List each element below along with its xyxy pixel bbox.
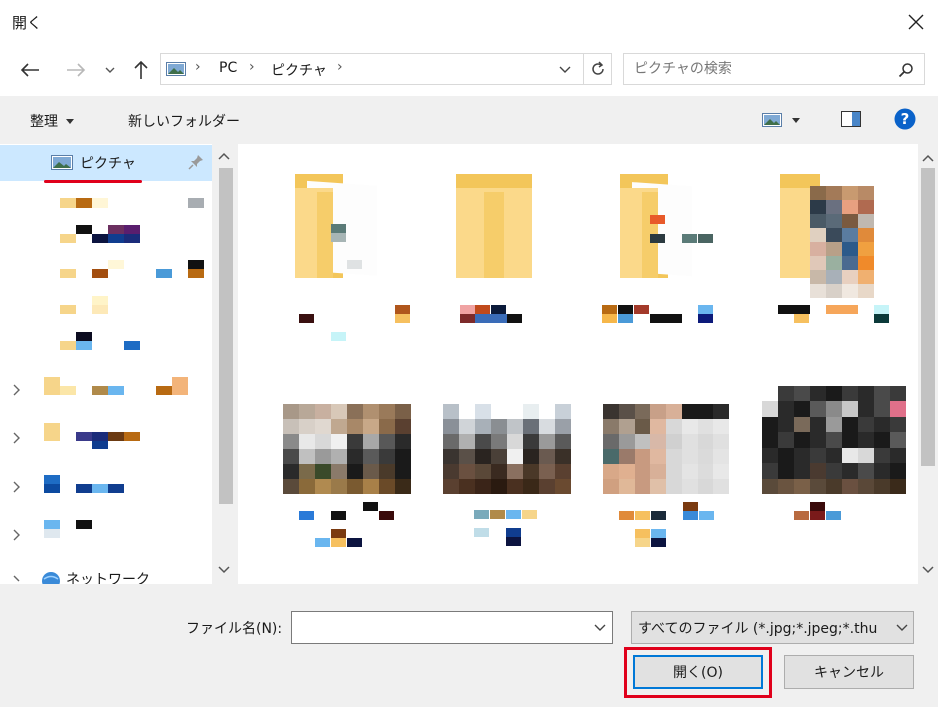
- chevron-right-icon[interactable]: [12, 432, 21, 444]
- cancel-button-label: キャンセル: [814, 665, 884, 681]
- help-button[interactable]: ?: [894, 108, 916, 130]
- folder-item[interactable]: [602, 172, 722, 332]
- recent-locations-button[interactable]: [100, 62, 120, 78]
- breadcrumb-separator-icon: ›: [195, 59, 201, 75]
- search-box[interactable]: [623, 53, 925, 85]
- network-icon: [42, 572, 60, 584]
- chevron-right-icon[interactable]: [12, 529, 21, 541]
- folder-item[interactable]: [295, 172, 415, 342]
- chevron-down-icon: [896, 624, 908, 631]
- selection-underline: [44, 180, 142, 183]
- pixelated-nav-entry[interactable]: [60, 225, 200, 245]
- caret-down-icon: [66, 118, 74, 124]
- open-button[interactable]: 開く(O): [633, 655, 763, 689]
- pixelated-nav-entry[interactable]: [60, 260, 210, 280]
- breadcrumb-pc[interactable]: PC: [219, 60, 237, 76]
- preview-pane-icon: [841, 111, 861, 127]
- folder-icon: [456, 174, 532, 278]
- scroll-down-arrow-icon[interactable]: [922, 566, 934, 574]
- cancel-button[interactable]: キャンセル: [784, 655, 914, 689]
- pin-icon[interactable]: [188, 154, 204, 170]
- back-button[interactable]: [16, 58, 44, 82]
- organize-button[interactable]: 整理: [30, 110, 74, 132]
- chevron-right-icon[interactable]: [12, 575, 21, 584]
- refresh-button[interactable]: [584, 53, 612, 85]
- image-thumbnail[interactable]: [443, 404, 571, 494]
- address-bar[interactable]: › PC › ピクチャ ›: [160, 53, 584, 85]
- chevron-right-icon[interactable]: [12, 481, 21, 493]
- breadcrumb-separator-icon: ›: [249, 59, 255, 75]
- folder-icon: [620, 174, 692, 278]
- nav-item-network-label: ネットワーク: [66, 572, 150, 584]
- caret-down-icon: [792, 117, 800, 123]
- pixelated-nav-entry[interactable]: [60, 198, 204, 210]
- view-icon: [762, 113, 782, 127]
- folder-item[interactable]: [456, 172, 566, 332]
- chevron-down-icon[interactable]: [594, 624, 606, 632]
- filename-input[interactable]: [296, 612, 580, 642]
- nav-item-network[interactable]: ネットワーク: [66, 570, 150, 584]
- pictures-folder-icon: [51, 155, 73, 170]
- image-thumbnail[interactable]: [603, 404, 745, 494]
- filename-label: ファイル名(N):: [186, 621, 283, 637]
- forward-button[interactable]: [62, 58, 90, 82]
- refresh-icon: [591, 61, 604, 75]
- image-item-label: [299, 502, 419, 552]
- new-folder-button[interactable]: 新しいフォルダー: [128, 110, 240, 132]
- nav-scrollbar-thumb[interactable]: [219, 168, 233, 504]
- pixelated-nav-entry[interactable]: [44, 423, 154, 449]
- image-item-label: [474, 510, 554, 550]
- chevron-down-icon: [105, 67, 115, 73]
- content-scrollbar-thumb[interactable]: [921, 168, 935, 466]
- svg-text:?: ?: [901, 110, 910, 128]
- folder-item[interactable]: [776, 172, 896, 332]
- image-thumbnail[interactable]: [762, 386, 906, 494]
- arrow-right-icon: [67, 63, 86, 77]
- scroll-down-arrow-icon[interactable]: [218, 566, 230, 574]
- preview-pane-button[interactable]: [840, 109, 862, 129]
- image-item-label: [619, 502, 719, 552]
- image-item-label: [794, 502, 854, 522]
- scroll-up-arrow-icon[interactable]: [218, 152, 230, 160]
- scroll-up-arrow-icon[interactable]: [922, 154, 934, 162]
- close-button[interactable]: [898, 4, 934, 40]
- new-folder-label: 新しいフォルダー: [128, 114, 240, 130]
- pixelated-nav-entry[interactable]: [60, 296, 120, 316]
- navigation-pane: [0, 144, 238, 584]
- pixelated-nav-entry[interactable]: [44, 520, 104, 540]
- pixelated-nav-entry[interactable]: [44, 377, 194, 399]
- search-input[interactable]: [632, 54, 886, 84]
- view-options-button[interactable]: [762, 110, 812, 130]
- breadcrumb-separator-icon: ›: [337, 59, 343, 75]
- pixelated-nav-entry[interactable]: [60, 332, 150, 352]
- search-icon[interactable]: [898, 62, 914, 78]
- pictures-folder-icon: [166, 62, 186, 76]
- organize-label: 整理: [30, 114, 58, 130]
- close-icon: [908, 14, 924, 30]
- nav-item-pictures-label: ピクチャ: [80, 156, 136, 172]
- open-button-label: 開く(O): [673, 665, 723, 681]
- title-bar: [0, 0, 938, 44]
- filename-combobox[interactable]: [291, 611, 613, 644]
- arrow-left-icon: [20, 63, 39, 77]
- chevron-right-icon[interactable]: [12, 384, 21, 396]
- pixelated-nav-entry[interactable]: [44, 475, 134, 495]
- window-title: 開く: [12, 14, 43, 32]
- chevron-down-icon[interactable]: [559, 65, 571, 74]
- filetype-value: すべてのファイル (*.jpg;*.jpeg;*.thu: [638, 620, 878, 637]
- image-thumbnail[interactable]: [267, 404, 411, 494]
- up-button[interactable]: [128, 58, 154, 82]
- breadcrumb-pictures[interactable]: ピクチャ: [271, 60, 327, 80]
- arrow-up-icon: [134, 60, 148, 79]
- filetype-select[interactable]: すべてのファイル (*.jpg;*.jpeg;*.thu: [631, 611, 914, 644]
- help-icon: ?: [894, 108, 916, 130]
